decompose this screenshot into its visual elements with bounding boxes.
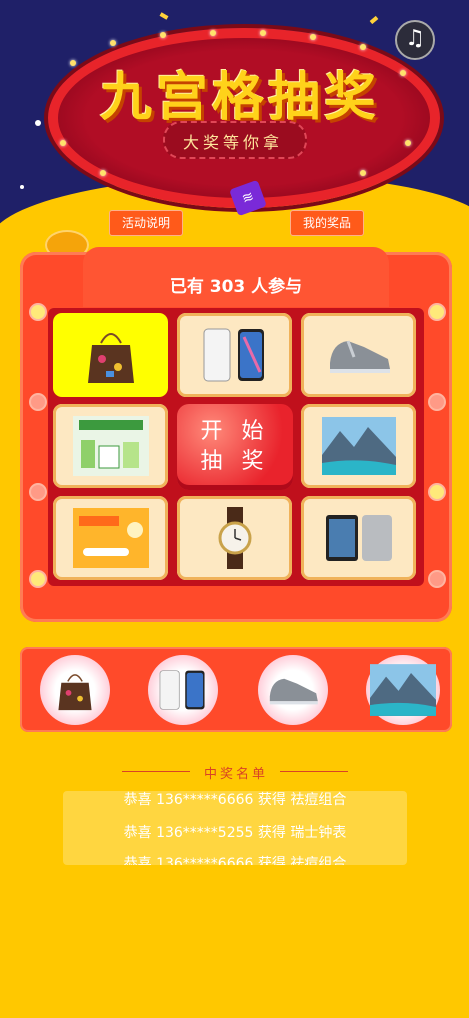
winner-row: 恭喜 136*****5255 获得 瑞士钟表 <box>123 825 347 841</box>
prize-cell-handbag[interactable] <box>53 313 168 397</box>
marquee-bulb <box>60 140 66 146</box>
skincare-icon <box>72 416 149 476</box>
prize-cell-skincare[interactable] <box>53 404 168 488</box>
carousel-item-travel[interactable] <box>366 655 440 725</box>
side-bulb <box>428 303 446 321</box>
marquee-bulb <box>100 170 106 176</box>
rules-button[interactable]: 活动说明 <box>109 210 183 236</box>
sneaker-icon <box>329 340 390 373</box>
marquee-bulb <box>360 44 366 50</box>
handbag-icon <box>58 674 92 711</box>
winner-row: 恭喜 136*****6666 获得 祛痘组合 <box>123 856 347 865</box>
landscape-icon <box>370 664 436 716</box>
marquee-bulb <box>310 34 316 40</box>
side-bulb <box>428 570 446 588</box>
participants-count: 已有 303 人参与 <box>169 277 303 297</box>
winners-list: 恭喜 136*****6666 获得 祛痘组合 恭喜 136*****5255 … <box>63 791 407 865</box>
start-draw-label: 开 始 抽 奖 <box>200 419 270 474</box>
phone-icon <box>203 328 264 382</box>
side-bulb <box>428 393 446 411</box>
page-title: 九宫格抽奖 <box>99 68 380 128</box>
watch-icon <box>218 507 251 569</box>
side-bulb <box>29 570 47 588</box>
side-bulb <box>29 483 47 501</box>
prize-cell-watch[interactable] <box>177 496 292 580</box>
confetti <box>159 12 169 20</box>
sneaker-icon <box>269 678 318 705</box>
music-note-icon[interactable]: ♫ <box>395 20 435 60</box>
carousel-item-iphone[interactable] <box>148 655 218 725</box>
side-bulb <box>428 483 446 501</box>
prize-cell-ipad[interactable] <box>301 496 416 580</box>
start-draw-button[interactable]: 开 始 抽 奖 <box>177 404 293 490</box>
handbag-icon <box>87 333 134 383</box>
marquee-bulb <box>160 32 166 38</box>
side-bulb <box>29 303 47 321</box>
marquee-bulb <box>360 170 366 176</box>
winner-row: 恭喜 136*****6666 获得 祛痘组合 <box>123 792 347 808</box>
confetti <box>369 15 379 25</box>
tablet-icon <box>325 515 392 561</box>
carousel-item-sneaker[interactable] <box>258 655 328 725</box>
star-dot <box>20 185 24 189</box>
page-subtitle: 大奖等你拿 <box>182 133 283 152</box>
marquee-bulb <box>110 40 116 46</box>
marquee-bulb <box>405 140 411 146</box>
landscape-icon <box>321 417 396 475</box>
coupon-icon <box>72 508 149 568</box>
prize-cell-coupon[interactable] <box>53 496 168 580</box>
prize-cell-iphone[interactable] <box>177 313 292 397</box>
phone-icon <box>159 670 205 710</box>
prize-cell-sneaker[interactable] <box>301 313 416 397</box>
prize-cell-travel[interactable] <box>301 404 416 488</box>
marquee-bulb <box>260 30 266 36</box>
winners-title: 中奖名单 <box>203 767 268 782</box>
side-bulb <box>29 393 47 411</box>
star-dot <box>35 120 41 126</box>
carousel-item-handbag[interactable] <box>40 655 110 725</box>
marquee-bulb <box>210 30 216 36</box>
my-prizes-button[interactable]: 我的奖品 <box>290 210 364 236</box>
